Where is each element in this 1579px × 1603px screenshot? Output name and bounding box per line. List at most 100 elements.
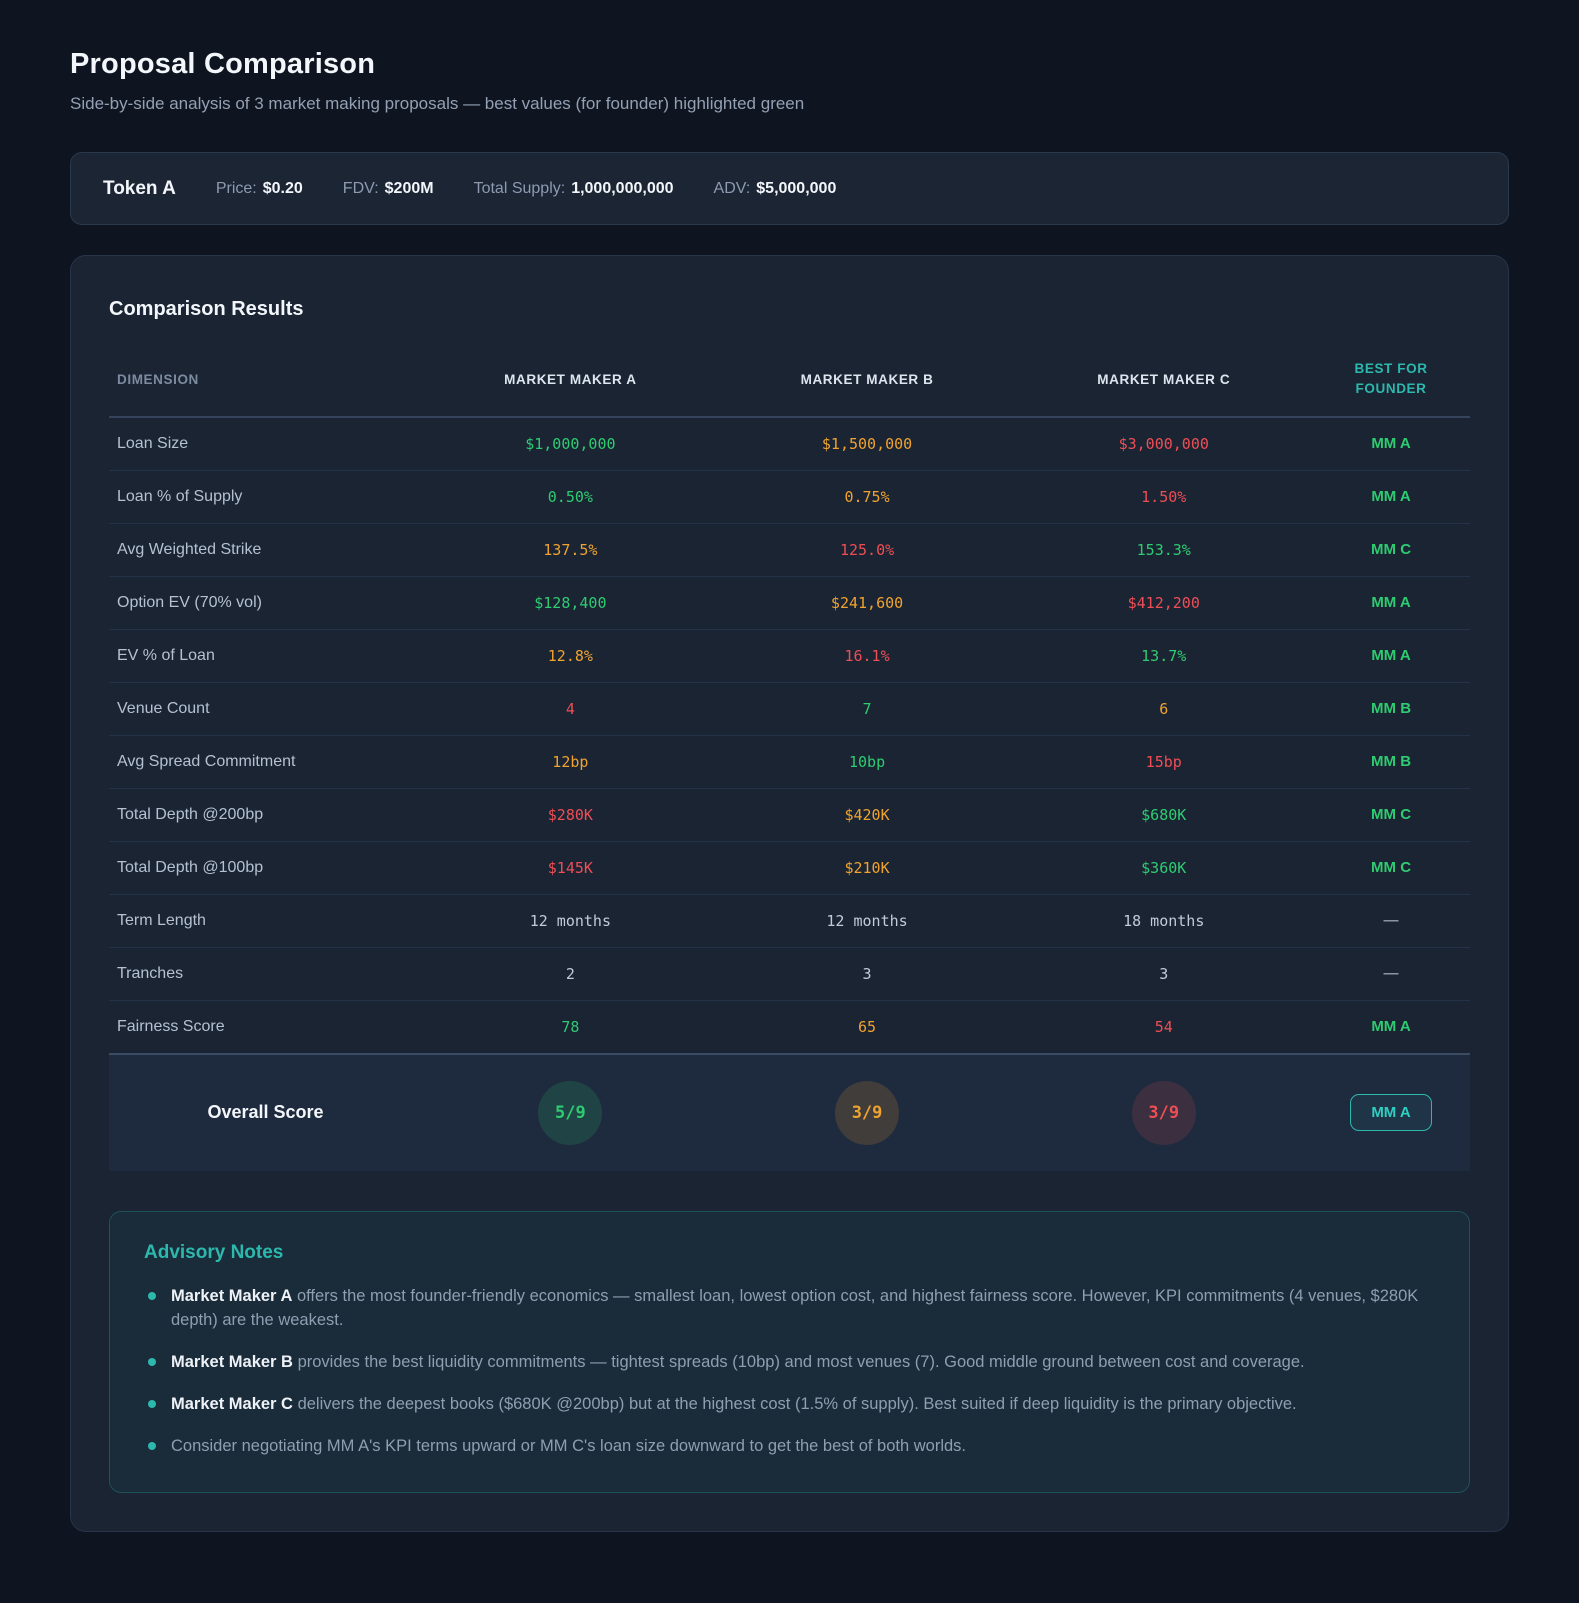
value-cell-mm-a: 4 xyxy=(422,682,719,736)
advisory-note-subject: Market Maker B xyxy=(171,1353,293,1371)
stat-label: FDV: xyxy=(342,179,379,197)
best-for-founder-cell: MM C xyxy=(1312,788,1470,842)
value-cell-mm-a: $1,000,000 xyxy=(422,416,719,471)
value-cell-mm-b: 12 months xyxy=(718,894,1016,948)
value-cell-mm-c: 15bp xyxy=(1015,735,1313,789)
column-header-mm-b: MARKET MAKER B xyxy=(718,349,1016,418)
token-stat-fdv: FDV: $200M xyxy=(343,180,434,198)
advisory-note-item: Consider negotiating MM A's KPI terms up… xyxy=(144,1434,1435,1459)
value-cell-mm-a: 12 months xyxy=(422,894,719,948)
overall-score-badge: 3/9 xyxy=(1131,1080,1196,1145)
table-row: Loan % of Supply 0.50% 0.75% 1.50% MM A xyxy=(109,470,1470,524)
best-for-founder-cell: MM C xyxy=(1312,841,1470,895)
value-cell-mm-b: 10bp xyxy=(718,735,1016,789)
best-for-founder-cell: — xyxy=(1312,894,1470,948)
table-row: Avg Spread Commitment 12bp 10bp 15bp MM B xyxy=(109,735,1470,789)
stat-value: 1,000,000,000 xyxy=(571,179,674,197)
column-header-mm-c: MARKET MAKER C xyxy=(1015,349,1313,418)
table-row: Venue Count 4 7 6 MM B xyxy=(109,682,1470,736)
overall-score-row: Overall Score 5/9 3/9 3/9 MM A xyxy=(109,1052,1470,1171)
value-cell-mm-c: $3,000,000 xyxy=(1015,416,1313,471)
value-cell-mm-b: 7 xyxy=(718,682,1016,736)
value-cell-mm-c: $680K xyxy=(1015,788,1313,842)
overall-best-cell: MM A xyxy=(1312,1052,1470,1171)
dimension-label: Venue Count xyxy=(109,682,423,736)
value-cell-mm-b: $420K xyxy=(718,788,1016,842)
column-header-best-label: BEST FOR FOUNDER xyxy=(1354,361,1428,397)
value-cell-mm-a: 12bp xyxy=(422,735,719,789)
value-cell-mm-c: 153.3% xyxy=(1015,523,1313,577)
dimension-label: Loan % of Supply xyxy=(109,470,423,524)
comparison-card: Comparison Results DIMENSION MARKET MAKE… xyxy=(70,255,1509,1533)
advisory-note-subject: Market Maker A xyxy=(171,1286,293,1305)
dimension-label: Total Depth @200bp xyxy=(109,788,423,842)
value-cell-mm-a: 2 xyxy=(422,947,719,1001)
value-cell-mm-c: 13.7% xyxy=(1015,629,1313,683)
overall-score-badge: 5/9 xyxy=(538,1080,603,1145)
best-for-founder-cell: MM B xyxy=(1312,682,1470,736)
dimension-label: Term Length xyxy=(109,894,423,948)
value-cell-mm-a: 137.5% xyxy=(422,523,719,577)
best-for-founder-cell: MM B xyxy=(1312,735,1470,789)
value-cell-mm-c: $412,200 xyxy=(1015,576,1313,630)
table-row: Total Depth @200bp $280K $420K $680K MM C xyxy=(109,788,1470,842)
value-cell-mm-c: 1.50% xyxy=(1015,470,1313,524)
dimension-label: Fairness Score xyxy=(109,1000,423,1054)
value-cell-mm-b: 125.0% xyxy=(718,523,1016,577)
value-cell-mm-b: 3 xyxy=(718,947,1016,1001)
value-cell-mm-c: 54 xyxy=(1015,1000,1313,1054)
value-cell-mm-b: $1,500,000 xyxy=(718,416,1016,471)
token-stat-supply: Total Supply: 1,000,000,000 xyxy=(474,180,674,198)
best-for-founder-cell: MM A xyxy=(1312,1000,1470,1054)
page-subtitle: Side-by-side analysis of 3 market making… xyxy=(70,94,805,113)
dimension-label: Loan Size xyxy=(109,416,423,471)
overall-score-cell-mm-c: 3/9 xyxy=(1015,1052,1313,1171)
best-for-founder-cell: MM A xyxy=(1312,470,1470,524)
overall-score-cell-mm-b: 3/9 xyxy=(718,1052,1016,1171)
dimension-label: Avg Weighted Strike xyxy=(109,523,423,577)
value-cell-mm-b: 65 xyxy=(718,1000,1016,1054)
best-for-founder-cell: MM C xyxy=(1312,523,1470,577)
stat-label: Total Supply: xyxy=(473,179,566,197)
table-row: Tranches 2 3 3— xyxy=(109,947,1470,1001)
table-row: Total Depth @100bp $145K $210K $360K MM C xyxy=(109,841,1470,895)
column-header-dimension: DIMENSION xyxy=(109,349,423,418)
table-row: Avg Weighted Strike 137.5% 125.0% 153.3% MM … xyxy=(109,523,1470,577)
value-cell-mm-c: $360K xyxy=(1015,841,1313,895)
value-cell-mm-a: 12.8% xyxy=(422,629,719,683)
column-header-mm-a: MARKET MAKER A xyxy=(422,349,719,418)
stat-value: $200M xyxy=(384,179,434,197)
value-cell-mm-b: $241,600 xyxy=(718,576,1016,630)
table-row: Option EV (70% vol) $128,400 $241,600 $412,… xyxy=(109,576,1470,630)
advisory-note-item: Market Maker B provides the best liquidi… xyxy=(144,1350,1435,1375)
dimension-label: Avg Spread Commitment xyxy=(109,735,423,789)
stat-label: ADV: xyxy=(713,179,751,197)
token-stat-adv: ADV: $5,000,000 xyxy=(714,180,837,198)
table-row: Loan Size $1,000,000 $1,500,000 $3,000,000 M… xyxy=(109,416,1470,471)
token-stat-price: Price: $0.20 xyxy=(216,180,303,198)
best-for-founder-cell: MM A xyxy=(1312,576,1470,630)
overall-winner-badge: MM A xyxy=(1350,1094,1432,1131)
table-row: Term Length 12 months 12 months 18 months — xyxy=(109,894,1470,948)
best-for-founder-cell: MM A xyxy=(1312,629,1470,683)
page-title: Proposal Comparison xyxy=(70,48,376,80)
advisory-note-item: Market Maker C delivers the deepest book… xyxy=(144,1392,1435,1417)
dimension-label: EV % of Loan xyxy=(109,629,423,683)
stat-label: Price: xyxy=(215,179,257,197)
value-cell-mm-c: 3 xyxy=(1015,947,1313,1001)
value-cell-mm-a: $128,400 xyxy=(422,576,719,630)
advisory-note-item: Market Maker A offers the most founder-f… xyxy=(144,1284,1435,1334)
value-cell-mm-b: $210K xyxy=(718,841,1016,895)
best-for-founder-cell: MM A xyxy=(1312,416,1470,471)
table-header-row: DIMENSION MARKET MAKER A MARKET MAKER B … xyxy=(109,349,1470,418)
page: Proposal Comparison Side-by-side analysi… xyxy=(0,0,1579,1592)
value-cell-mm-b: 16.1% xyxy=(718,629,1016,683)
dimension-label: Total Depth @100bp xyxy=(109,841,423,895)
token-info-bar: Token A Price: $0.20 FDV: $200M Total Supp… xyxy=(70,152,1509,225)
best-for-founder-cell: — xyxy=(1312,947,1470,1001)
advisory-notes-list: Market Maker A offers the most founder-f… xyxy=(144,1284,1435,1459)
value-cell-mm-c: 18 months xyxy=(1015,894,1313,948)
value-cell-mm-a: 0.50% xyxy=(422,470,719,524)
value-cell-mm-a: $145K xyxy=(422,841,719,895)
section-title: Comparison Results xyxy=(109,298,304,320)
